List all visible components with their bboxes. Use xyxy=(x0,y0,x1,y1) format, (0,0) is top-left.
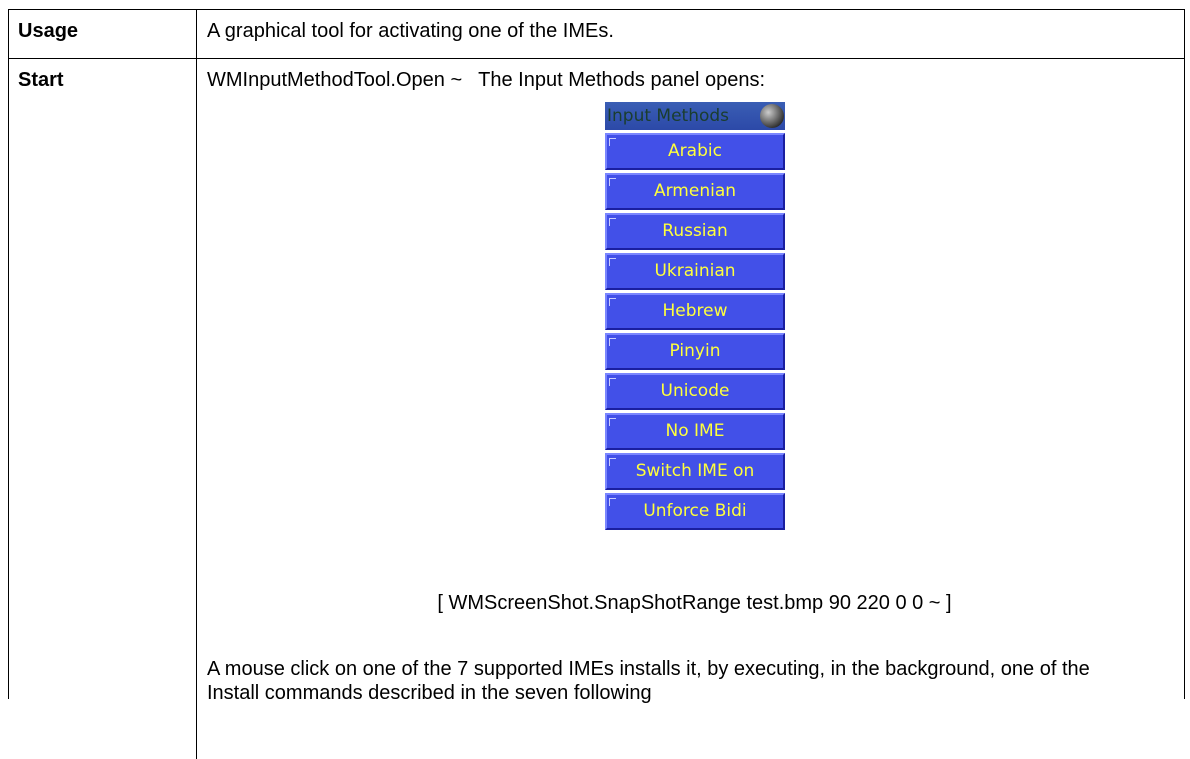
ime-button-ukrainian[interactable]: Ukrainian xyxy=(605,253,785,290)
ime-button-label: Russian xyxy=(662,221,728,241)
ime-button-label: Ukrainian xyxy=(654,261,736,281)
ime-button-russian[interactable]: Russian xyxy=(605,213,785,250)
usage-text: A graphical tool for activating one of t… xyxy=(207,20,614,42)
ime-button-switch-ime-on[interactable]: Switch IME on xyxy=(605,453,785,490)
corner-mark-icon xyxy=(609,458,616,466)
corner-mark-icon xyxy=(609,498,616,506)
ime-button-label: No IME xyxy=(665,421,725,441)
corner-mark-icon xyxy=(609,418,616,426)
ime-button-label: Unforce Bidi xyxy=(643,501,747,521)
panel-opens-note: The Input Methods panel opens: xyxy=(478,69,766,91)
ime-button-pinyin[interactable]: Pinyin xyxy=(605,333,785,370)
ime-button-label: Pinyin xyxy=(669,341,721,361)
corner-mark-icon xyxy=(609,378,616,386)
input-methods-panel: Input Methods Arabic Armenian Russian Uk… xyxy=(605,102,785,530)
ime-button-label: Unicode xyxy=(660,381,730,401)
start-label: Start xyxy=(9,59,197,759)
ime-button-no-ime[interactable]: No IME xyxy=(605,413,785,450)
corner-mark-icon xyxy=(609,338,616,346)
description-paragraph: A mouse click on one of the 7 supported … xyxy=(207,658,1090,704)
start-row: Start WMInputMethodTool.Open ~ The Input … xyxy=(9,59,1184,759)
open-command: WMInputMethodTool.Open ~ xyxy=(207,69,463,91)
ime-button-label: Switch IME on xyxy=(635,461,755,481)
ime-button-unicode[interactable]: Unicode xyxy=(605,373,785,410)
ime-button-label: Arabic xyxy=(668,141,722,161)
usage-label: Usage xyxy=(9,10,197,58)
corner-mark-icon xyxy=(609,178,616,186)
panel-title-bar[interactable]: Input Methods xyxy=(605,102,785,130)
ime-button-label: Hebrew xyxy=(662,301,728,321)
corner-mark-icon xyxy=(609,298,616,306)
ime-button-unforce-bidi[interactable]: Unforce Bidi xyxy=(605,493,785,530)
ime-button-label: Armenian xyxy=(653,181,737,201)
corner-mark-icon xyxy=(609,258,616,266)
panel-title: Input Methods xyxy=(607,106,730,126)
documentation-table: Usage A graphical tool for activating on… xyxy=(8,9,1185,759)
corner-mark-icon xyxy=(609,138,616,146)
close-ball-icon[interactable] xyxy=(760,104,784,128)
ime-button-armenian[interactable]: Armenian xyxy=(605,173,785,210)
usage-row: Usage A graphical tool for activating on… xyxy=(9,10,1184,59)
ime-button-list: Arabic Armenian Russian Ukrainian Hebrew… xyxy=(605,133,785,530)
ime-button-arabic[interactable]: Arabic xyxy=(605,133,785,170)
ime-button-hebrew[interactable]: Hebrew xyxy=(605,293,785,330)
start-heading: WMInputMethodTool.Open ~ The Input Method… xyxy=(207,69,765,92)
start-content: WMInputMethodTool.Open ~ The Input Method… xyxy=(197,59,1184,759)
screenshot-command: [ WMScreenShot.SnapShotRange test.bmp 90… xyxy=(437,592,952,614)
corner-mark-icon xyxy=(609,218,616,226)
